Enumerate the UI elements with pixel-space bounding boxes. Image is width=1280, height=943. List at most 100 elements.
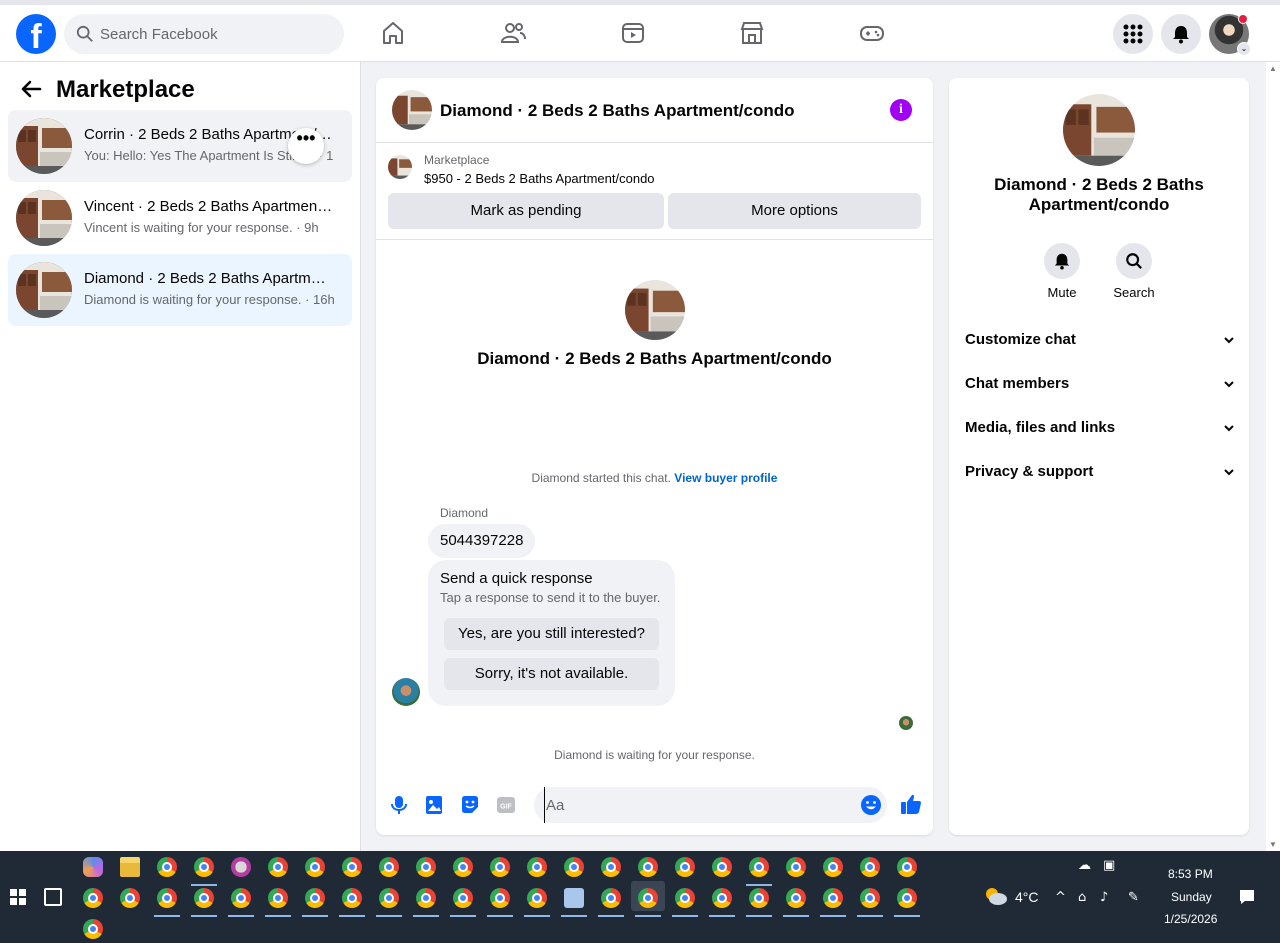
chrome-icon[interactable] — [342, 857, 362, 877]
chrome-icon[interactable] — [305, 888, 325, 908]
gaming-icon[interactable] — [858, 19, 886, 47]
chrome-icon[interactable] — [379, 888, 399, 908]
volume-icon[interactable]: ♪ — [1100, 890, 1116, 905]
emoji-icon[interactable] — [860, 794, 882, 816]
home-icon[interactable] — [379, 19, 407, 47]
chrome-icon[interactable] — [453, 888, 473, 908]
view-buyer-profile-link[interactable]: View buyer profile — [674, 471, 777, 485]
chrome-icon[interactable] — [749, 888, 769, 908]
task-view-icon[interactable] — [44, 888, 62, 906]
search-button[interactable] — [1116, 243, 1152, 279]
search-box[interactable] — [64, 14, 344, 54]
chrome-icon[interactable] — [638, 857, 658, 877]
chevron-up-icon[interactable]: ^ — [1055, 890, 1071, 905]
scroll-up-icon[interactable]: ▲ — [1269, 64, 1277, 73]
notifications-button[interactable] — [1161, 14, 1201, 54]
notification-center-icon[interactable] — [1238, 888, 1256, 906]
chrome-icon[interactable] — [379, 857, 399, 877]
windows-start-icon[interactable] — [10, 889, 26, 905]
chrome-icon[interactable] — [490, 888, 510, 908]
chrome-icon[interactable] — [490, 857, 510, 877]
video-icon[interactable] — [619, 19, 647, 47]
mark-pending-button[interactable]: Mark as pending — [388, 193, 664, 229]
search-action[interactable]: Search — [1099, 243, 1169, 300]
chrome-icon[interactable] — [83, 919, 103, 939]
chrome-icon[interactable] — [120, 888, 140, 908]
notepad-icon[interactable] — [564, 888, 584, 908]
chrome-icon[interactable] — [712, 888, 732, 908]
chrome-icon[interactable] — [527, 888, 547, 908]
temperature[interactable]: 4°C — [1015, 889, 1039, 905]
quick-reply-button[interactable]: Sorry, it's not available. — [444, 658, 659, 690]
chrome-icon[interactable] — [749, 857, 769, 877]
more-options-button[interactable]: ••• — [288, 128, 324, 164]
page-scrollbar[interactable]: ▲ ▼ — [1266, 62, 1280, 851]
chrome-icon[interactable] — [305, 857, 325, 877]
profile-avatar[interactable]: ⌄ — [1209, 14, 1251, 56]
chrome-icon[interactable] — [453, 857, 473, 877]
mute-action[interactable]: Mute — [1027, 243, 1097, 300]
chrome-icon[interactable] — [860, 857, 880, 877]
listing-thumbnail[interactable] — [392, 90, 432, 130]
clock-date[interactable]: 1/25/2026 — [1164, 912, 1217, 926]
chrome-icon[interactable] — [897, 857, 917, 877]
conversation-item[interactable]: Corrin · 2 Beds 2 Baths Apartment/condo … — [8, 110, 352, 182]
conversation-item[interactable]: Vincent · 2 Beds 2 Baths Apartment/condo… — [8, 182, 352, 254]
chrome-icon[interactable] — [342, 888, 362, 908]
meet-icon[interactable]: ▣ — [1103, 858, 1119, 873]
chrome-icon[interactable] — [675, 857, 695, 877]
like-icon[interactable] — [899, 792, 923, 816]
chrome-icon[interactable] — [601, 857, 621, 877]
onedrive-icon[interactable]: ☁ — [1078, 858, 1094, 873]
chrome-icon[interactable] — [823, 857, 843, 877]
message-input[interactable] — [544, 787, 844, 823]
chrome-icon[interactable] — [416, 857, 436, 877]
chrome-icon[interactable] — [786, 888, 806, 908]
back-arrow-icon[interactable] — [20, 78, 42, 100]
pen-icon[interactable]: ✎ — [1128, 890, 1144, 905]
listing-thumbnail[interactable] — [388, 155, 412, 179]
listing-thumbnail[interactable] — [1063, 94, 1135, 166]
chrome-icon[interactable] — [527, 857, 547, 877]
gif-icon[interactable]: GIF — [495, 794, 517, 816]
chevron-down-icon[interactable]: ⌄ — [1237, 42, 1251, 56]
chrome-icon[interactable] — [823, 888, 843, 908]
mic-icon[interactable] — [388, 794, 410, 816]
chrome-icon[interactable] — [416, 888, 436, 908]
menu-button[interactable] — [1113, 14, 1153, 54]
buyer-avatar[interactable] — [392, 678, 420, 706]
marketplace-icon[interactable] — [738, 19, 766, 47]
chrome-icon[interactable] — [860, 888, 880, 908]
chrome-icon[interactable] — [231, 888, 251, 908]
scroll-down-icon[interactable]: ▼ — [1269, 840, 1277, 849]
sticker-icon[interactable] — [459, 794, 481, 816]
mute-button[interactable] — [1044, 243, 1080, 279]
facebook-logo[interactable]: f — [16, 14, 56, 54]
weather-icon[interactable] — [983, 885, 1009, 907]
chrome-icon[interactable] — [268, 857, 288, 877]
chrome-icon[interactable] — [564, 857, 584, 877]
chrome-icon[interactable] — [157, 888, 177, 908]
chrome-icon[interactable] — [897, 888, 917, 908]
chrome-icon[interactable] — [712, 857, 732, 877]
privacy-support-row[interactable]: Privacy & support — [965, 457, 1235, 487]
network-icon[interactable]: ⌂ — [1078, 890, 1094, 905]
chat-members-row[interactable]: Chat members — [965, 369, 1235, 399]
file-explorer-icon[interactable] — [120, 857, 140, 877]
copilot-icon[interactable] — [83, 857, 103, 877]
photo-icon[interactable] — [423, 794, 445, 816]
quick-reply-button[interactable]: Yes, are you still interested? — [444, 618, 659, 650]
paint-icon[interactable] — [231, 857, 251, 877]
search-input[interactable] — [100, 14, 330, 54]
chrome-icon[interactable] — [638, 888, 658, 908]
chrome-icon[interactable] — [157, 857, 177, 877]
chrome-icon[interactable] — [268, 888, 288, 908]
chrome-icon[interactable] — [675, 888, 695, 908]
friends-icon[interactable] — [499, 19, 527, 47]
listing-price[interactable]: $950 - 2 Beds 2 Baths Apartment/condo — [424, 171, 655, 186]
info-icon[interactable]: i — [890, 99, 912, 121]
chrome-icon[interactable] — [601, 888, 621, 908]
chrome-icon[interactable] — [83, 888, 103, 908]
customize-chat-row[interactable]: Customize chat — [965, 325, 1235, 355]
chrome-icon[interactable] — [194, 857, 214, 877]
